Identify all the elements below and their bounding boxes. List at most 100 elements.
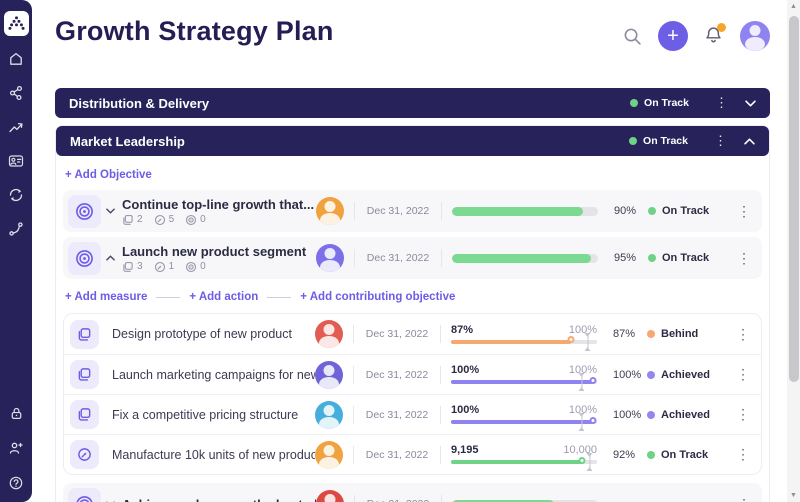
search-icon[interactable] <box>622 26 643 47</box>
hierarchy-icon[interactable] <box>7 84 25 102</box>
measure-row[interactable]: Manufacture 10k units of new product... … <box>64 434 761 474</box>
add-action-link[interactable]: + Add action <box>189 291 258 303</box>
scroll-down-icon[interactable]: ▼ <box>787 492 800 499</box>
objective-title: Launch new product segment <box>122 243 307 259</box>
objectives-count-icon <box>186 261 197 272</box>
current-value: 100% <box>451 364 480 376</box>
slider-knob[interactable] <box>589 376 597 384</box>
home-icon[interactable] <box>7 50 25 68</box>
slider-track[interactable] <box>451 373 597 391</box>
owner-avatar[interactable] <box>316 197 344 225</box>
page-title: Growth Strategy Plan <box>55 16 334 46</box>
divider <box>440 325 441 343</box>
slider-knob[interactable] <box>589 416 597 424</box>
progress-percent: 100% <box>613 368 642 381</box>
action-row[interactable]: Fix a competitive pricing structure Dec … <box>64 394 761 434</box>
scrollbar[interactable]: ▲ ▼ <box>787 0 800 502</box>
kebab-menu-icon[interactable]: ⋮ <box>734 250 754 267</box>
objective-row[interactable]: Launch new product segment 3 1 0 Dec 31,… <box>63 237 762 279</box>
status-dot <box>630 99 639 107</box>
measures-count-icon <box>154 214 165 225</box>
progress-slider: 87% 100% <box>451 323 601 351</box>
slider-track[interactable] <box>451 413 597 431</box>
scrollbar-thumb[interactable] <box>788 16 799 382</box>
slider-track[interactable] <box>451 332 597 351</box>
sidebar <box>0 0 32 502</box>
app-window: Growth Strategy Plan + Distribution & De… <box>0 0 800 502</box>
action-icon-box <box>70 400 99 429</box>
owner-avatar[interactable] <box>315 440 343 469</box>
chevron-down-icon[interactable] <box>106 208 115 214</box>
kebab-menu-icon[interactable]: ⋮ <box>714 133 727 149</box>
action-row[interactable]: Design prototype of new product Dec 31, … <box>64 314 761 354</box>
kebab-menu-icon[interactable]: ⋮ <box>733 446 753 463</box>
current-value: 9,195 <box>451 444 479 456</box>
trend-up-icon[interactable] <box>7 118 25 136</box>
owner-avatar[interactable] <box>315 320 343 348</box>
due-date: Dec 31, 2022 <box>365 408 429 421</box>
objective-icon-box <box>68 194 101 228</box>
status-badge: On Track <box>648 252 734 264</box>
slider-track[interactable] <box>451 453 597 471</box>
status-badge: Behind <box>647 328 733 340</box>
progress-slider: 9,195 10,000 <box>451 444 601 471</box>
actions-count-icon <box>123 261 133 272</box>
owner-avatar[interactable] <box>316 490 344 502</box>
lock-icon[interactable] <box>7 404 25 422</box>
progress-slider: 100% 100% <box>451 405 601 431</box>
section-header-market[interactable]: Market Leadership On Track ⋮ <box>56 126 769 156</box>
scroll-up-icon[interactable]: ▲ <box>787 3 800 10</box>
help-icon[interactable] <box>7 474 25 492</box>
objective-row[interactable]: Continue top-line growth that... 2 5 0 D… <box>63 190 762 232</box>
section-header-distribution[interactable]: Distribution & Delivery On Track ⋮ <box>55 88 770 118</box>
meeting-icon[interactable] <box>7 152 25 170</box>
objective-title: Continue top-line growth that... <box>122 196 315 212</box>
sync-icon[interactable] <box>7 186 25 204</box>
journey-icon[interactable] <box>7 220 25 238</box>
profile-avatar[interactable] <box>740 21 770 51</box>
progress-percent: 90% <box>614 205 637 217</box>
add-button[interactable]: + <box>658 21 688 51</box>
progress-bar <box>452 253 602 263</box>
status-badge: On Track <box>648 205 734 217</box>
chevron-up-icon[interactable] <box>106 255 115 261</box>
measure-title: Manufacture 10k units of new product... <box>112 447 315 462</box>
current-value: 87% <box>451 323 474 336</box>
add-objective-link[interactable]: + Add Objective <box>65 169 152 181</box>
add-contributing-objective-link[interactable]: + Add contributing objective <box>300 291 455 303</box>
progress-bar <box>452 206 602 216</box>
slider-knob[interactable] <box>567 336 575 343</box>
progress-fill <box>452 206 584 216</box>
notifications-bell-icon[interactable] <box>703 23 726 47</box>
measure-gauge-icon <box>78 448 91 461</box>
add-user-icon[interactable] <box>7 439 25 457</box>
objective-counts: 2 5 0 <box>122 214 316 226</box>
kebab-menu-icon[interactable]: ⋮ <box>733 326 753 343</box>
action-row[interactable]: Launch marketing campaigns for new... De… <box>64 354 761 394</box>
divider <box>440 365 441 384</box>
slider-knob[interactable] <box>578 456 586 464</box>
kebab-menu-icon[interactable]: ⋮ <box>715 95 728 111</box>
kebab-menu-icon[interactable]: ⋮ <box>734 203 754 220</box>
chevron-down-icon[interactable] <box>745 99 756 107</box>
objectives-count-icon <box>186 214 197 225</box>
app-logo[interactable] <box>3 11 29 36</box>
progress-percent: 87% <box>613 328 636 340</box>
progress-fill <box>452 253 591 263</box>
divider <box>441 249 442 267</box>
target-marker-icon <box>578 373 585 391</box>
chevron-up-icon[interactable] <box>744 137 755 145</box>
owner-avatar[interactable] <box>316 244 344 272</box>
objective-row[interactable]: Achieve rank among the best places ... D… <box>63 483 762 502</box>
kebab-menu-icon[interactable]: ⋮ <box>733 406 753 423</box>
action-title: Launch marketing campaigns for new... <box>112 367 315 382</box>
due-date: Dec 31, 2022 <box>365 368 429 381</box>
add-measure-link[interactable]: + Add measure <box>65 291 147 303</box>
action-icon-box <box>70 360 99 389</box>
divider <box>353 325 354 343</box>
status-dot <box>647 410 655 419</box>
kebab-menu-icon[interactable]: ⋮ <box>734 496 754 502</box>
owner-avatar[interactable] <box>315 360 343 389</box>
kebab-menu-icon[interactable]: ⋮ <box>733 366 753 383</box>
owner-avatar[interactable] <box>315 400 343 429</box>
